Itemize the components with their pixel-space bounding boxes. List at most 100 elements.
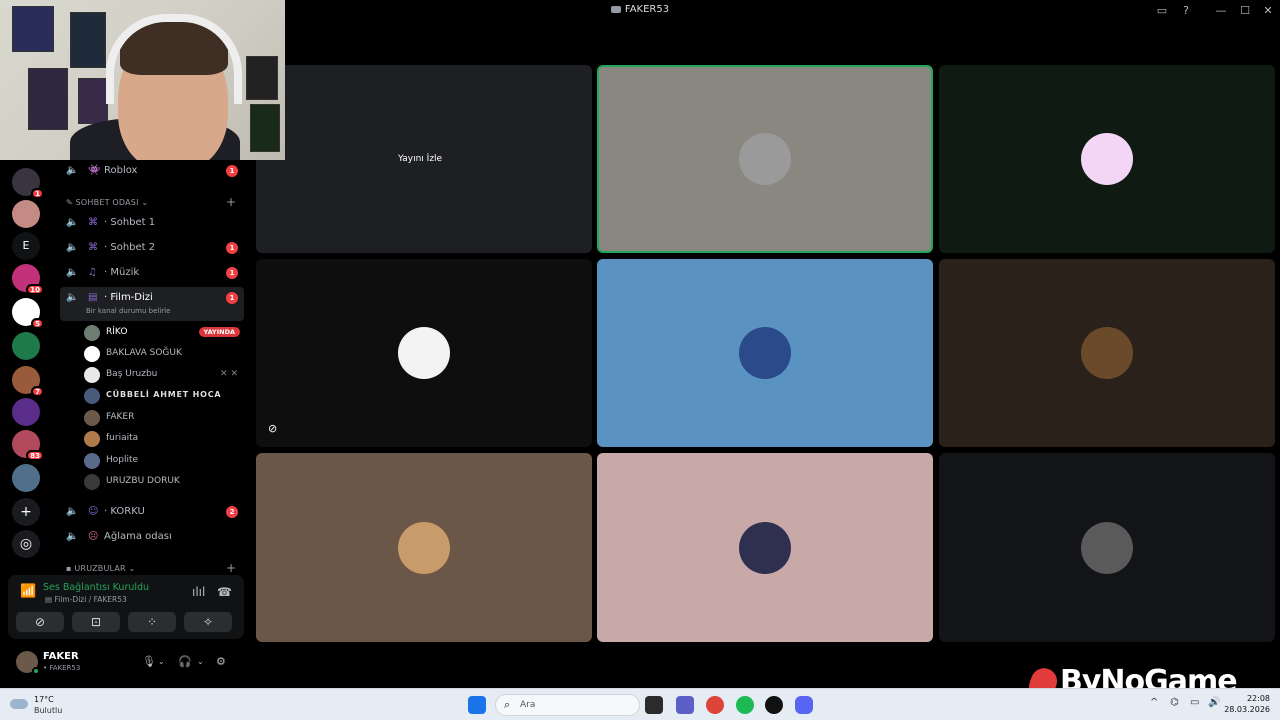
signal-icon[interactable]: 📶	[20, 584, 36, 600]
soundboard-button[interactable]: ✧	[184, 612, 232, 632]
noise-suppression-icon[interactable]: ılıl	[192, 585, 205, 599]
avatar	[84, 367, 100, 383]
volume-icon[interactable]: 🔊	[1208, 697, 1220, 708]
channel-sidebar: 🔈 👾 Roblox 1 ✎ SOHBET ODASI ⌄ + 🔈 ⌘ · So…	[52, 160, 248, 572]
add-channel-icon[interactable]: +	[226, 195, 236, 209]
system-clock[interactable]: 22:08 28.03.2026	[1224, 693, 1270, 715]
video-tile[interactable]	[597, 259, 933, 447]
voice-user[interactable]: furiaita	[84, 429, 244, 449]
start-icon[interactable]	[468, 696, 486, 714]
server-icon[interactable]: E	[12, 232, 40, 260]
cloud-icon	[10, 699, 28, 709]
app-icon[interactable]	[765, 696, 783, 714]
user-panel: FAKER • FAKER53 🎙 ⌄ 🎧 ⌄ ⚙	[8, 645, 244, 681]
video-tile[interactable]	[256, 453, 592, 642]
watch-stream-button[interactable]: Yayını İzle	[390, 150, 451, 168]
category-uruzbular[interactable]: ▪ URUZBULAR ⌄	[66, 564, 135, 572]
server-icon[interactable]: 1	[12, 168, 44, 199]
voice-user[interactable]: URUZBU DORUK	[84, 472, 244, 492]
wall-poster	[246, 56, 278, 100]
task-view-icon[interactable]	[645, 696, 663, 714]
server-icon[interactable]	[12, 332, 40, 360]
username[interactable]: FAKER	[43, 651, 79, 662]
headphones-icon[interactable]: 🎧	[178, 655, 192, 668]
online-status-icon	[32, 667, 40, 675]
wall-poster	[70, 12, 106, 68]
add-server-icon[interactable]: +	[12, 498, 40, 526]
taskbar-search[interactable]: ⌕ Ara	[495, 694, 640, 716]
video-tile[interactable]: ⊘	[256, 259, 592, 447]
video-tile[interactable]	[939, 453, 1275, 642]
voice-connection-panel: 📶 Ses Bağlantısı Kuruldu ▤ Film-Dizi / F…	[8, 575, 244, 639]
film-icon: ▤	[88, 292, 98, 303]
video-tile[interactable]	[939, 65, 1275, 253]
channel-film-dizi[interactable]: 🔈 ▤ · Film-Dizi 1 Bir kanal durumu belir…	[60, 287, 244, 321]
display-icon[interactable]: ▭	[1190, 697, 1199, 708]
chevron-up-icon[interactable]: ^	[1150, 697, 1158, 708]
participant-avatar	[1081, 327, 1133, 379]
unread-badge: 2	[226, 506, 238, 518]
speaker-icon: 🔈	[66, 242, 79, 253]
avatar[interactable]	[16, 651, 40, 675]
minimize-button[interactable]: —	[1213, 3, 1229, 19]
discord-icon[interactable]	[795, 696, 813, 714]
inbox-icon[interactable]: ▭	[1154, 3, 1170, 19]
chevron-down-icon[interactable]: ⌄	[158, 657, 165, 666]
avatar	[84, 346, 100, 362]
server-icon	[610, 5, 621, 13]
chrome-icon[interactable]	[706, 696, 724, 714]
channel-roblox[interactable]: 🔈 👾 Roblox 1	[60, 160, 244, 182]
search-icon: ⌕	[504, 698, 511, 711]
unread-badge: 1	[226, 165, 238, 177]
channel-aglama[interactable]: 🔈 ☹ Ağlama odası	[60, 526, 244, 548]
explore-icon[interactable]: ◎	[12, 530, 40, 558]
voice-channel-path[interactable]: ▤ Film-Dizi / FAKER53	[45, 595, 127, 604]
channel-muzik[interactable]: 🔈 ♫ · Müzik 1	[60, 262, 244, 284]
teams-icon[interactable]	[676, 696, 694, 714]
windows-taskbar: 17°C Bulutlu ⌕ Ara ^ ⌬ ▭ 🔊 22:08 28.03.2…	[0, 688, 1280, 720]
disconnect-icon[interactable]: ☎	[217, 585, 232, 599]
channel-sohbet-1[interactable]: 🔈 ⌘ · Sohbet 1	[60, 212, 244, 234]
maximize-button[interactable]: ☐	[1237, 3, 1253, 19]
voice-user[interactable]: FAKER	[84, 408, 244, 428]
stream-tile[interactable]: Yayını İzle	[256, 65, 592, 253]
server-icon[interactable]	[12, 464, 40, 492]
network-icon[interactable]: ⌬	[1170, 697, 1179, 708]
voice-user[interactable]: Hoplite	[84, 451, 244, 471]
channel-sohbet-2[interactable]: 🔈 ⌘ · Sohbet 2 1	[60, 237, 244, 259]
voice-user[interactable]: CÜBBELİ AHMET HOCA	[84, 386, 244, 406]
activities-button[interactable]: ⁘	[128, 612, 176, 632]
spotify-icon[interactable]	[736, 696, 754, 714]
voice-user[interactable]: Baş Uruzbu ✕ ✕	[84, 365, 244, 385]
add-channel-icon[interactable]: +	[226, 561, 236, 572]
voice-user[interactable]: BAKLAVA SOĞUK	[84, 344, 244, 364]
channel-status[interactable]: Bir kanal durumu belirle	[86, 307, 170, 315]
voice-user[interactable]: RİKO YAYINDA	[84, 323, 244, 343]
server-icon[interactable]: 5	[12, 298, 44, 329]
music-icon: ♫	[88, 267, 97, 278]
camera-off-button[interactable]: ⊘	[16, 612, 64, 632]
video-tile[interactable]	[597, 453, 933, 642]
server-icon[interactable]	[12, 200, 40, 228]
wall-poster	[28, 68, 68, 130]
participant-avatar	[1081, 133, 1133, 185]
video-tile[interactable]	[939, 259, 1275, 447]
server-icon[interactable]: 7	[12, 366, 44, 397]
server-icon[interactable]: 10	[12, 264, 44, 295]
close-button[interactable]: ✕	[1260, 3, 1276, 19]
settings-gear-icon[interactable]: ⚙	[216, 655, 226, 668]
help-icon[interactable]: ?	[1178, 3, 1194, 19]
chevron-down-icon[interactable]: ⌄	[197, 657, 204, 666]
category-sohbet[interactable]: ✎ SOHBET ODASI ⌄	[66, 198, 148, 207]
webcam-overlay	[0, 0, 285, 160]
server-icon[interactable]	[12, 398, 40, 426]
screen-share-button[interactable]: ⊡	[72, 612, 120, 632]
wall-poster	[12, 6, 54, 52]
server-icon[interactable]: 83	[12, 430, 44, 461]
avatar	[84, 474, 100, 490]
voice-status[interactable]: Ses Bağlantısı Kuruldu	[43, 582, 149, 593]
microphone-icon[interactable]: 🎙	[142, 655, 156, 668]
channel-korku[interactable]: 🔈 ☺ · KORKU 2	[60, 501, 244, 523]
wall-poster	[78, 78, 108, 124]
video-tile[interactable]	[597, 65, 933, 253]
